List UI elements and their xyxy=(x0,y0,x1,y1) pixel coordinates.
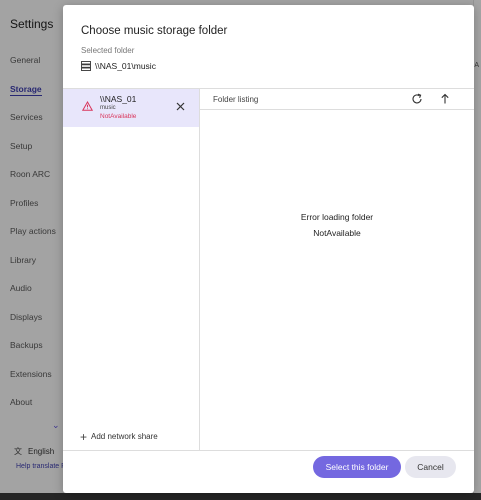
folder-listing: Folder listing Error loading folder NotA… xyxy=(200,89,474,450)
folder-browser: \\NAS_01 music NotAvailable + Add networ… xyxy=(63,88,474,451)
remove-share-button[interactable] xyxy=(173,99,187,113)
share-list: \\NAS_01 music NotAvailable + Add networ… xyxy=(63,89,200,450)
share-list-item[interactable]: \\NAS_01 music NotAvailable xyxy=(63,89,199,127)
selected-folder-label: Selected folder xyxy=(81,46,135,55)
cancel-button[interactable]: Cancel xyxy=(405,456,456,478)
select-folder-button[interactable]: Select this folder xyxy=(313,456,401,478)
add-network-share-button[interactable]: + Add network share xyxy=(80,429,158,444)
share-subfolder: music xyxy=(100,105,116,111)
error-detail: NotAvailable xyxy=(313,228,361,238)
close-icon xyxy=(176,102,184,110)
parent-folder-button[interactable] xyxy=(438,92,452,106)
share-status: NotAvailable xyxy=(100,113,137,120)
refresh-icon xyxy=(412,93,422,104)
refresh-button[interactable] xyxy=(410,92,424,106)
choose-folder-dialog: Choose music storage folder Selected fol… xyxy=(63,5,474,493)
dialog-title: Choose music storage folder xyxy=(81,25,228,37)
arrow-up-icon xyxy=(441,93,449,104)
share-name: \\NAS_01 xyxy=(100,94,137,104)
selected-folder-path: \\NAS_01\music xyxy=(81,61,156,71)
error-message: Error loading folder xyxy=(300,212,374,222)
warning-icon xyxy=(82,101,93,111)
folder-listing-header: Folder listing xyxy=(200,89,474,110)
add-network-share-label: Add network share xyxy=(91,432,158,441)
selected-path-text: \\NAS_01\music xyxy=(95,61,156,71)
network-storage-icon xyxy=(81,61,91,71)
folder-listing-title: Folder listing xyxy=(213,95,259,104)
plus-icon: + xyxy=(80,429,88,444)
